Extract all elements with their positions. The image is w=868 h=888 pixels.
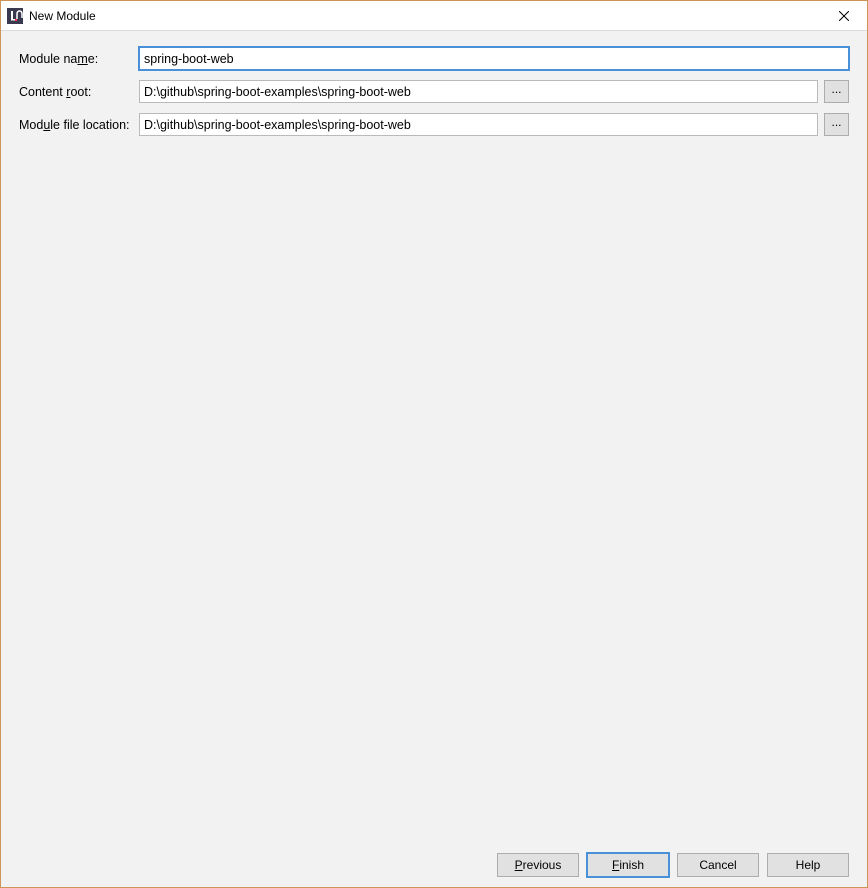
content-root-browse-button[interactable]: ...: [824, 80, 849, 103]
new-module-dialog: New Module Module name: Content root: ..…: [0, 0, 868, 888]
help-button[interactable]: Help: [767, 853, 849, 877]
module-file-location-label: Module file location:: [19, 118, 139, 132]
window-title: New Module: [29, 9, 821, 23]
module-name-row: Module name:: [19, 47, 849, 70]
content-root-label: Content root:: [19, 85, 139, 99]
content-root-row: Content root: ...: [19, 80, 849, 103]
module-name-input[interactable]: [139, 47, 849, 70]
dialog-content: Module name: Content root: ... Module fi…: [1, 31, 867, 887]
module-file-location-input[interactable]: [139, 113, 818, 136]
cancel-button[interactable]: Cancel: [677, 853, 759, 877]
app-icon: [7, 8, 23, 24]
title-bar: New Module: [1, 1, 867, 31]
previous-button[interactable]: Previous: [497, 853, 579, 877]
content-root-input[interactable]: [139, 80, 818, 103]
module-name-label: Module name:: [19, 52, 139, 66]
finish-button[interactable]: Finish: [587, 853, 669, 877]
spacer: [19, 146, 849, 843]
module-file-location-row: Module file location: ...: [19, 113, 849, 136]
close-icon: [839, 11, 849, 21]
module-file-location-browse-button[interactable]: ...: [824, 113, 849, 136]
button-bar: Previous Finish Cancel Help: [19, 843, 849, 877]
close-button[interactable]: [821, 1, 867, 31]
